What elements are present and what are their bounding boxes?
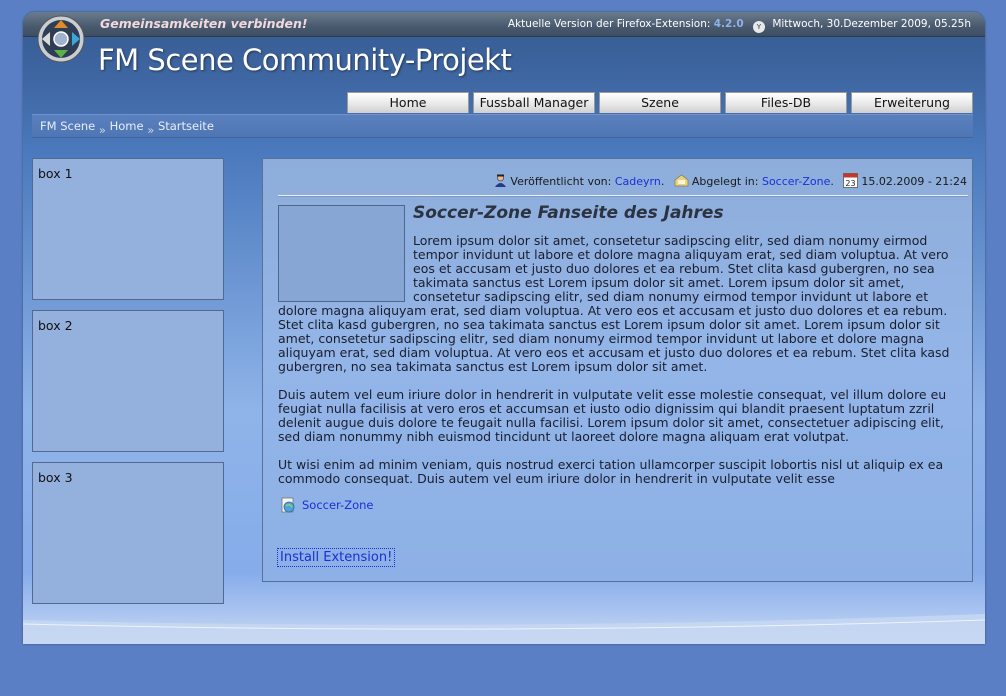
install-extension-button[interactable]: Install Extension! xyxy=(277,548,396,567)
category-link[interactable]: Soccer-Zone xyxy=(762,175,830,188)
firefox-icon: ʏ xyxy=(752,21,765,33)
sidebar-box-1: box 1 xyxy=(32,158,224,300)
article-body: Lorem ipsum dolor sit amet, consetetur s… xyxy=(278,234,958,500)
box-title: box 2 xyxy=(38,318,73,333)
breadcrumb-startseite[interactable]: Startseite xyxy=(158,119,214,133)
article-paragraph: Duis autem vel eum iriure dolor in hendr… xyxy=(278,387,947,444)
breadcrumb-separator: » xyxy=(98,123,106,137)
nav-home[interactable]: Home xyxy=(347,92,469,113)
footer-wave xyxy=(23,614,985,644)
breadcrumb-separator: » xyxy=(147,123,155,137)
nav-erweiterung[interactable]: Erweiterung xyxy=(851,92,973,113)
current-date: Mittwoch, 30.Dezember 2009, 05.25h xyxy=(772,18,971,30)
user-icon xyxy=(495,174,507,187)
breadcrumb: FM Scene » Home » Startseite xyxy=(32,114,973,138)
breadcrumb-fm-scene[interactable]: FM Scene xyxy=(40,119,95,133)
logo-icon xyxy=(37,15,85,63)
link-icon xyxy=(281,497,295,513)
article-panel: Veröffentlicht von: Cadeyrn. Abgelegt in… xyxy=(262,158,973,582)
nav-files-db[interactable]: Files-DB xyxy=(725,92,847,113)
site-title: FM Scene Community-Projekt xyxy=(98,43,512,77)
version-number: 4.2.0 xyxy=(713,18,744,30)
article-link-row: Soccer-Zone xyxy=(280,497,373,513)
version-label: Aktuelle Version der Firefox-Extension: xyxy=(507,18,711,30)
calendar-day: 23 xyxy=(846,179,856,188)
thumbnail-spacer xyxy=(278,234,413,301)
sidebar-box-3: box 3 xyxy=(32,462,224,604)
sidebar-box-2: box 2 xyxy=(32,310,224,452)
published-label: Veröffentlicht von: xyxy=(510,175,612,188)
article-meta: Veröffentlicht von: Cadeyrn. Abgelegt in… xyxy=(488,173,967,188)
nav-szene[interactable]: Szene xyxy=(599,92,721,113)
author-link[interactable]: Cadeyrn xyxy=(615,175,661,188)
box-title: box 3 xyxy=(38,470,73,485)
slogan: Gemeinsamkeiten verbinden! xyxy=(100,16,308,31)
top-bar: Gemeinsamkeiten verbinden! Aktuelle Vers… xyxy=(23,12,985,37)
version-info: Aktuelle Version der Firefox-Extension: … xyxy=(508,18,971,33)
calendar-icon: 23 xyxy=(843,173,859,188)
page-frame: Gemeinsamkeiten verbinden! Aktuelle Vers… xyxy=(23,12,985,644)
nav-fussball-manager[interactable]: Fussball Manager xyxy=(473,92,595,113)
article-datetime: 15.02.2009 - 21:24 xyxy=(861,175,967,188)
article-title: Soccer-Zone Fanseite des Jahres xyxy=(413,203,724,223)
breadcrumb-home[interactable]: Home xyxy=(110,119,144,133)
soccer-zone-link[interactable]: Soccer-Zone xyxy=(302,498,373,512)
box-title: box 1 xyxy=(38,166,73,181)
filed-label: Abgelegt in: xyxy=(691,175,759,188)
meta-divider xyxy=(278,195,968,197)
article-paragraph: Ut wisi enim ad minim veniam, quis nostr… xyxy=(278,457,944,486)
folder-icon xyxy=(674,174,689,187)
